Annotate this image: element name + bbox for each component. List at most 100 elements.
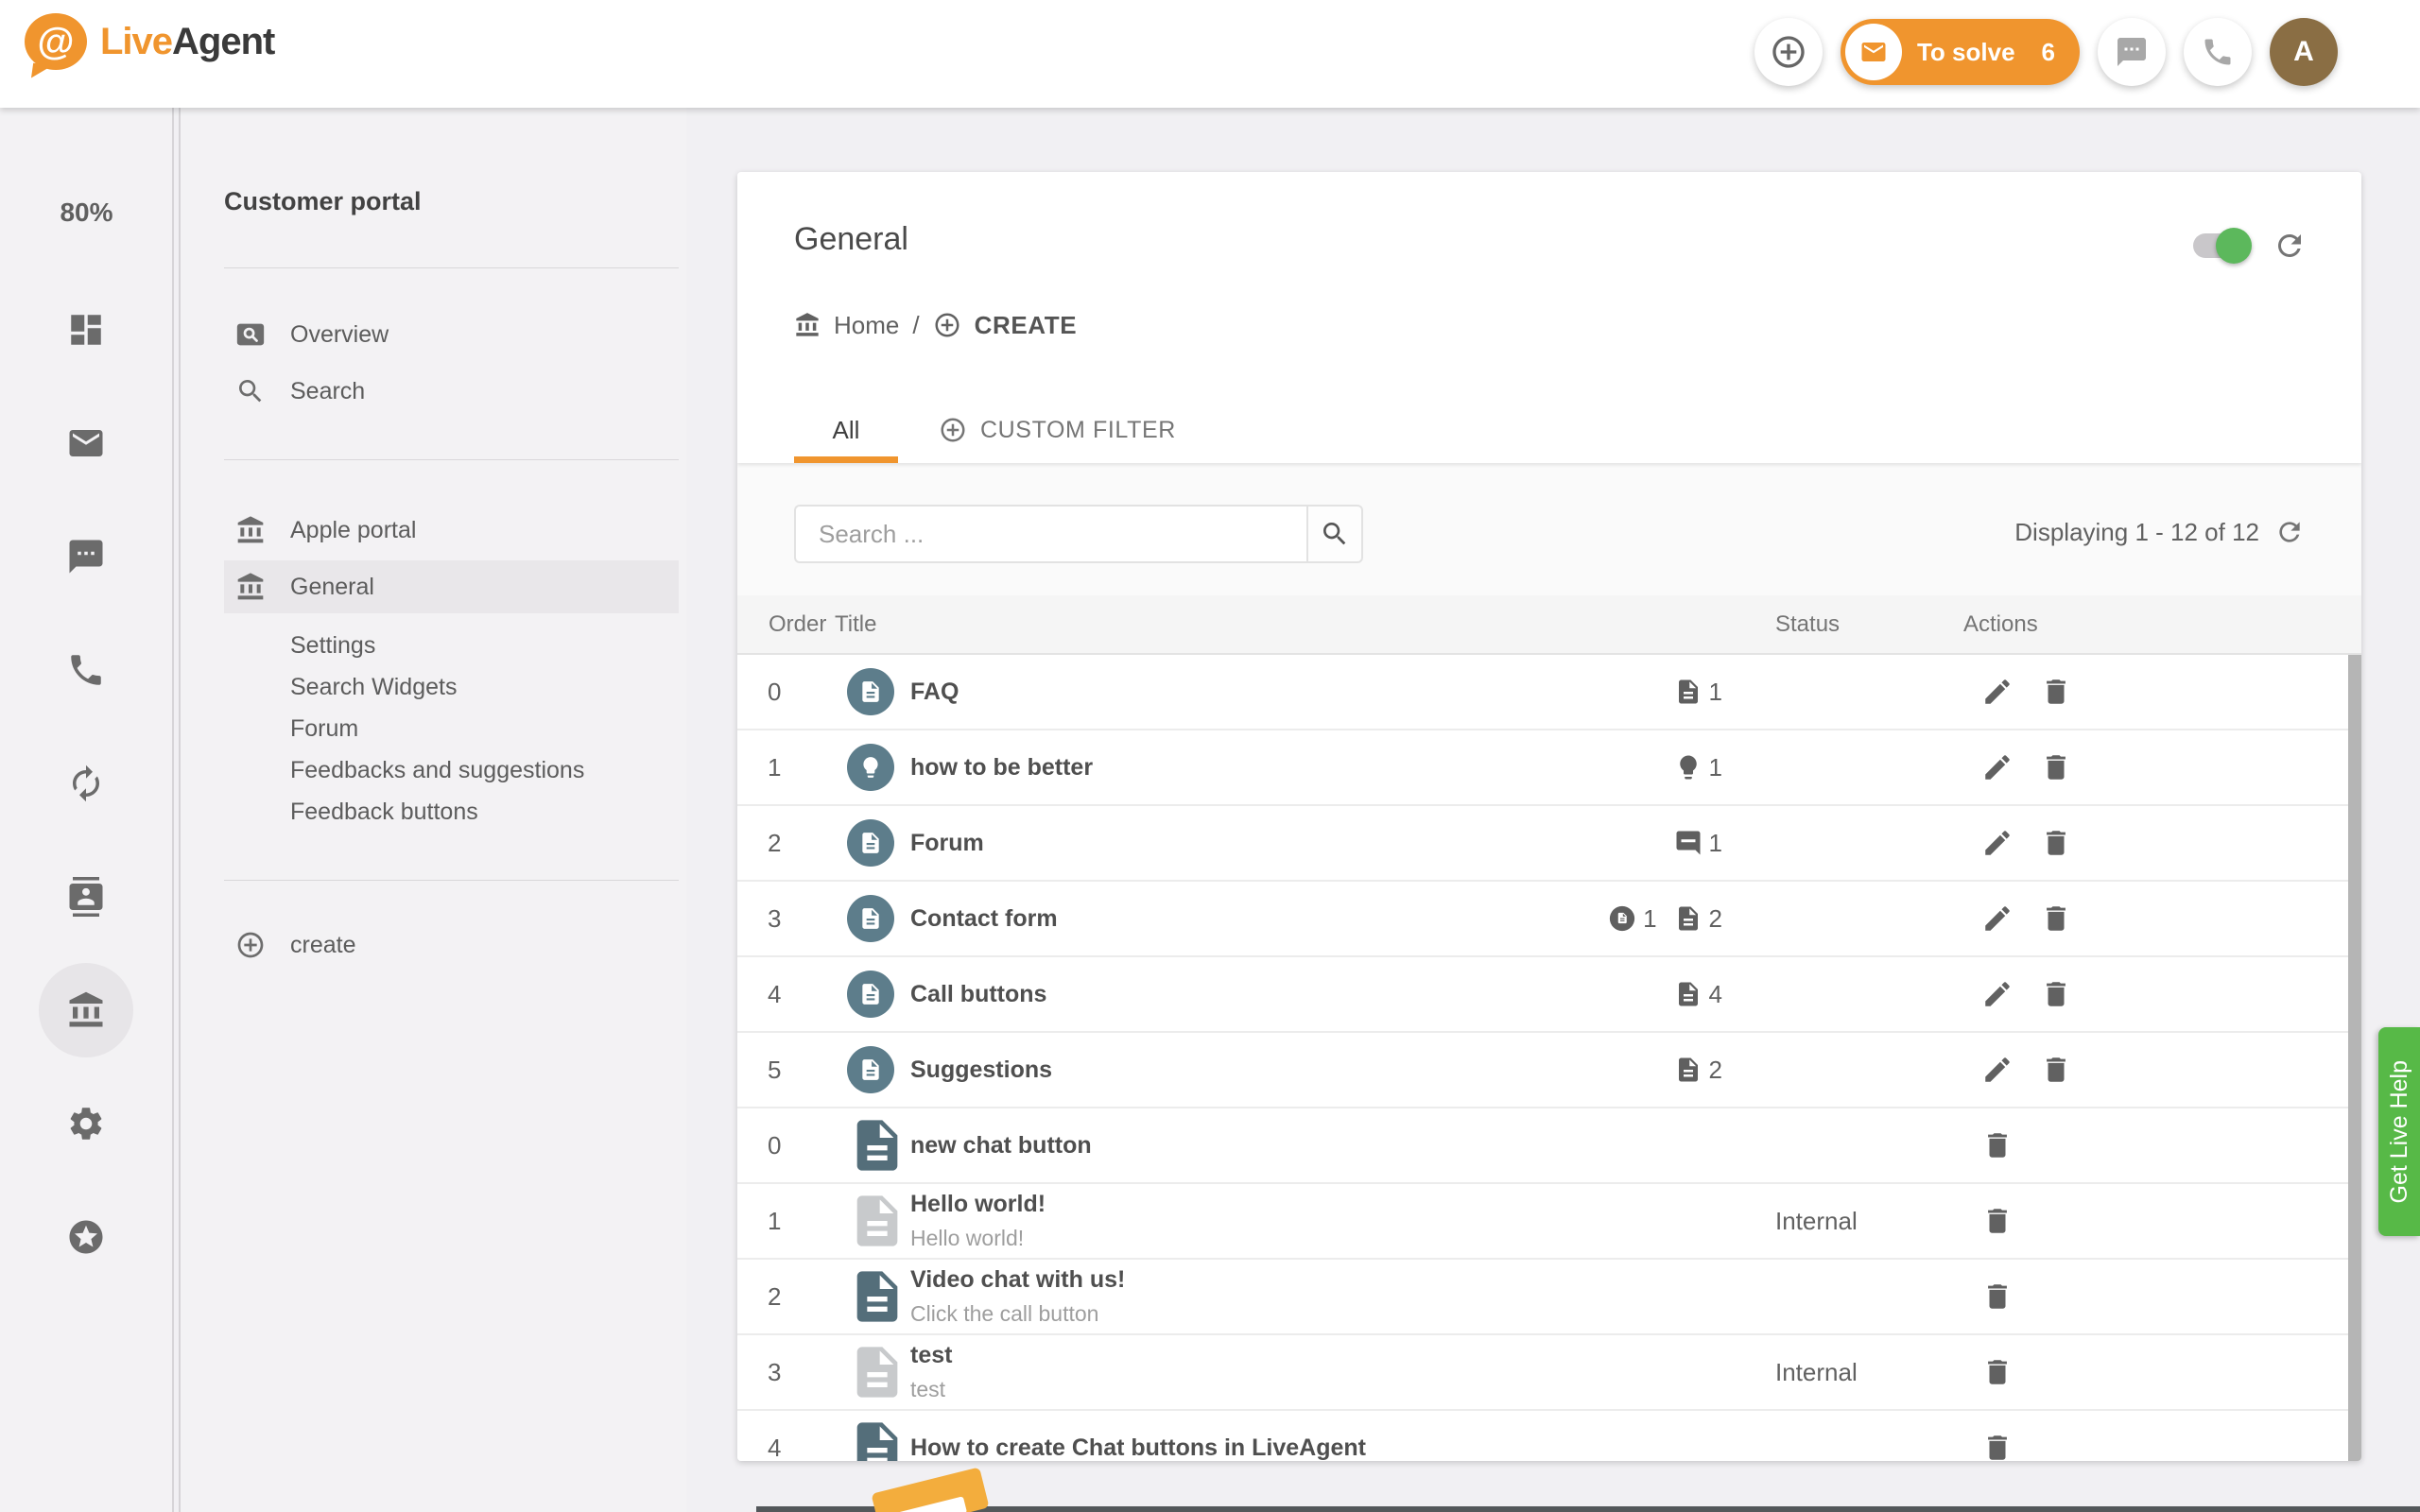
user-avatar[interactable]: A	[2270, 18, 2338, 86]
sidebar-subitem-feedbacks-and-suggestions[interactable]: Feedbacks and suggestions	[180, 749, 686, 791]
row-title[interactable]: how to be better	[910, 754, 1514, 782]
sidebar-subitem-search-widgets[interactable]: Search Widgets	[180, 666, 686, 708]
sidebar-item-label: create	[290, 932, 355, 959]
delete-button[interactable]	[2040, 751, 2072, 783]
sidebar-item-apple-portal[interactable]: Apple portal	[180, 502, 686, 558]
row-subtitle: test	[910, 1377, 1514, 1402]
sidebar-subitem-settings[interactable]: Settings	[180, 625, 686, 666]
delete-button[interactable]	[1981, 1280, 2014, 1313]
portal-enabled-toggle[interactable]	[2193, 233, 2246, 258]
row-order: 2	[737, 1282, 847, 1312]
top-bar: @ LiveAgent To solve 6 A	[0, 0, 2420, 108]
sidebar-subitem-feedback-buttons[interactable]: Feedback buttons	[180, 791, 686, 833]
trash-icon	[2040, 751, 2072, 783]
rail-item-dashboard[interactable]	[39, 283, 133, 377]
edit-button[interactable]	[1981, 751, 2014, 783]
trash-icon	[2040, 1054, 2072, 1086]
rail-item-tickets[interactable]	[39, 396, 133, 490]
rail-item-customer-portal[interactable]	[39, 963, 133, 1057]
rail-item-chats[interactable]	[39, 509, 133, 604]
edit-button[interactable]	[1981, 978, 2014, 1010]
row-title[interactable]: FAQ	[910, 679, 1514, 706]
row-order: 1	[737, 1207, 847, 1236]
row-title[interactable]: Hello world!	[910, 1191, 1514, 1218]
sidebar-item-create[interactable]: create	[180, 917, 686, 973]
delete-button[interactable]	[1981, 1205, 2014, 1237]
row-title[interactable]: Suggestions	[910, 1057, 1514, 1084]
delete-button[interactable]	[1981, 1129, 2014, 1161]
sidebar-item-general[interactable]: General	[180, 558, 686, 615]
search-button[interactable]	[1306, 505, 1363, 563]
icon-rail: 80%	[0, 108, 173, 1512]
search-input[interactable]	[794, 505, 1306, 563]
pencil-icon	[1981, 902, 2014, 935]
delete-button[interactable]	[2040, 1054, 2072, 1086]
column-actions: Actions	[1963, 611, 2038, 638]
pencil-icon	[1981, 676, 2014, 708]
pageview-icon	[233, 318, 268, 352]
row-title[interactable]: Forum	[910, 830, 1514, 857]
row-title[interactable]: Call buttons	[910, 981, 1514, 1008]
row-order: 1	[737, 753, 847, 782]
delete-button[interactable]	[1981, 1432, 2014, 1461]
edit-button[interactable]	[1981, 827, 2014, 859]
edit-button[interactable]	[1981, 902, 2014, 935]
breadcrumb-separator: /	[912, 311, 919, 340]
edit-button[interactable]	[1981, 1054, 2014, 1086]
rail-item-automation[interactable]	[39, 736, 133, 831]
row-title[interactable]: Contact form	[910, 905, 1514, 933]
search-icon	[1320, 519, 1350, 549]
doc-icon	[1674, 980, 1703, 1008]
liveagent-logo[interactable]: @ LiveAgent	[25, 13, 274, 70]
delete-button[interactable]	[2040, 978, 2072, 1010]
sidebar-item-search[interactable]: Search	[180, 363, 686, 420]
add-new-button[interactable]	[1754, 18, 1823, 86]
column-status: Status	[1775, 611, 1840, 638]
rail-item-customers[interactable]	[39, 850, 133, 944]
document-icon	[847, 1115, 910, 1176]
breadcrumb-home[interactable]: Home	[834, 311, 899, 340]
refresh-button[interactable]	[2273, 229, 2307, 263]
row-order: 5	[737, 1056, 847, 1085]
row-title[interactable]: Video chat with us!	[910, 1266, 1514, 1294]
row-subtitle: Click the call button	[910, 1301, 1514, 1327]
table-row: 0FAQ1	[737, 655, 2361, 730]
count-doc: 1	[1674, 678, 1722, 707]
rail-item-gamification[interactable]	[39, 1190, 133, 1284]
to-solve-button[interactable]: To solve 6	[1841, 19, 2080, 85]
row-title[interactable]: How to create Chat buttons in LiveAgent	[910, 1435, 1514, 1462]
pencil-icon	[1981, 827, 2014, 859]
rail-item-calls[interactable]	[39, 623, 133, 717]
calls-button[interactable]	[2184, 18, 2252, 86]
breadcrumb-create[interactable]: CREATE	[975, 311, 1078, 340]
sidebar-item-overview[interactable]: Overview	[180, 306, 686, 363]
delete-button[interactable]	[2040, 902, 2072, 935]
table-header: Order Title Status Actions	[737, 595, 2361, 655]
active-tab-underline	[794, 456, 898, 463]
tab-bar: All CUSTOM FILTER	[737, 397, 2361, 463]
table-row: 3Contact form12	[737, 882, 2361, 957]
tab-all[interactable]: All	[794, 397, 898, 463]
panel-divider-line	[179, 108, 181, 1512]
refresh-list-button[interactable]	[2274, 517, 2305, 547]
table-rows: 0FAQ11how to be better12Forum13Contact f…	[737, 655, 2361, 1461]
tab-custom-filter[interactable]: CUSTOM FILTER	[939, 397, 1176, 463]
document-circle-icon	[847, 819, 894, 867]
delete-button[interactable]	[1981, 1356, 2014, 1388]
plus-circle-icon	[1770, 33, 1807, 71]
row-order: 0	[737, 1131, 847, 1160]
delete-button[interactable]	[2040, 827, 2072, 859]
row-title[interactable]: new chat button	[910, 1132, 1514, 1160]
rail-divider-line	[172, 108, 174, 1512]
sidebar-item-label: General	[290, 574, 374, 601]
sidebar-subitem-forum[interactable]: Forum	[180, 708, 686, 749]
chats-button[interactable]	[2098, 18, 2166, 86]
breadcrumb: Home / CREATE	[794, 304, 1077, 346]
table-scrollbar[interactable]	[2348, 655, 2361, 1461]
row-title[interactable]: test	[910, 1342, 1514, 1369]
delete-button[interactable]	[2040, 676, 2072, 708]
displaying-text: Displaying 1 - 12 of 12	[2014, 518, 2259, 547]
get-live-help-button[interactable]: Get Live Help	[2378, 1027, 2420, 1236]
rail-item-configuration[interactable]	[39, 1076, 133, 1171]
edit-button[interactable]	[1981, 676, 2014, 708]
